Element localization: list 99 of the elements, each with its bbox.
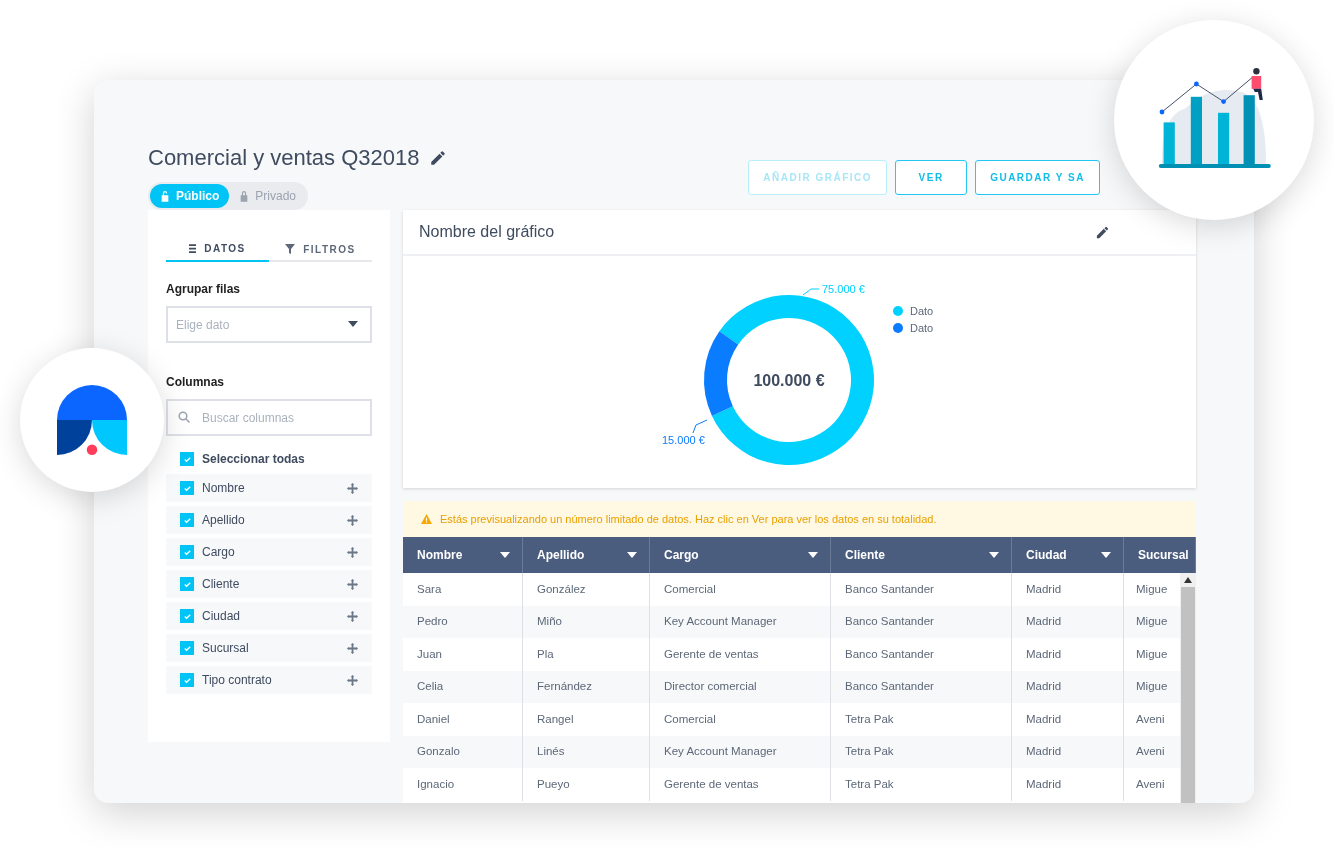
list-icon	[189, 243, 197, 253]
drag-handle-icon[interactable]	[347, 546, 358, 558]
caret-icon[interactable]	[500, 552, 510, 558]
column-item[interactable]: Cargo	[166, 538, 372, 566]
table-cell: Madrid	[1012, 638, 1124, 671]
logo-drawing	[57, 385, 127, 455]
column-name: Cargo	[202, 544, 236, 561]
table-cell: Gerente de ventas	[650, 638, 831, 671]
checkbox[interactable]	[180, 452, 194, 466]
select-all-label: Seleccionar todas	[202, 451, 305, 468]
table-cell: Banco Santander	[831, 573, 1012, 606]
field-label: Columnas	[166, 374, 225, 391]
table-cell-text: Migue	[1135, 646, 1169, 662]
checkbox[interactable]	[180, 577, 194, 591]
table-cell: Comercial	[650, 573, 831, 606]
filter-icon	[285, 244, 296, 254]
column-item[interactable]: Nombre	[166, 474, 372, 502]
search-icon	[178, 411, 190, 423]
column-name: Nombre	[202, 480, 246, 497]
drag-handle-icon[interactable]	[347, 514, 358, 526]
column-item[interactable]: Apellido	[166, 506, 372, 534]
column-name: Ciudad	[202, 608, 242, 625]
table-cell: Madrid	[1012, 768, 1124, 801]
caret-icon[interactable]	[1101, 552, 1111, 558]
column-item[interactable]: Tipo contrato	[166, 666, 372, 694]
value-label: 15.000 €	[662, 434, 705, 446]
check-icon	[182, 579, 192, 589]
table-cell-text: Migue	[1135, 614, 1169, 630]
scrollbar-thumb[interactable]	[1181, 587, 1195, 803]
checkbox[interactable]	[180, 545, 194, 559]
scroll-up-icon[interactable]	[1184, 577, 1192, 583]
check-icon	[182, 675, 192, 685]
table-cell: Juan	[403, 638, 523, 671]
table-cell-text: Aveni	[1135, 711, 1166, 727]
column-item[interactable]: Ciudad	[166, 602, 372, 630]
caret-icon[interactable]	[348, 321, 358, 327]
table-cell: Ignacio	[403, 768, 523, 801]
table-cell: González	[523, 573, 650, 606]
table-cell-text: Aveni	[1135, 744, 1166, 760]
notice-text: Estás previsualizando un número limitado de datos. Haz clic en Ver para ver los datos en su totalidad.	[440, 511, 937, 527]
warning-icon	[421, 514, 432, 524]
table-cell: Sara	[403, 573, 523, 606]
drag-handle-icon[interactable]	[347, 610, 358, 622]
table-cell: Madrid	[1012, 703, 1124, 736]
table-cell-text: Migue	[1135, 679, 1169, 695]
table-cell: Pla	[523, 638, 650, 671]
group-rows-dropdown[interactable]: Elige dato	[166, 306, 372, 343]
donut-total: 100.000 €	[753, 372, 825, 389]
lock-icon	[160, 190, 170, 202]
table-cell: Pueyo	[523, 768, 650, 801]
drag-handle-icon[interactable]	[347, 674, 358, 686]
table-cell: Tetra Pak	[831, 703, 1012, 736]
check-icon	[182, 611, 192, 621]
check-icon	[182, 547, 192, 557]
leader-line	[692, 419, 708, 434]
caret-icon[interactable]	[627, 552, 637, 558]
table-cell: Madrid	[1012, 573, 1124, 606]
drag-handle-icon[interactable]	[347, 482, 358, 494]
checkbox[interactable]	[180, 641, 194, 655]
table-cell: Comercial	[650, 703, 831, 736]
check-icon	[182, 483, 192, 493]
table-cell-text: Migue	[1135, 581, 1169, 597]
column-name: Sucursal	[202, 640, 250, 657]
checkbox[interactable]	[180, 481, 194, 495]
drag-handle-icon[interactable]	[347, 578, 358, 590]
check-icon	[182, 515, 192, 525]
lock-icon	[239, 190, 250, 202]
column-item[interactable]: Sucursal	[166, 634, 372, 662]
scrollbar[interactable]	[1180, 573, 1196, 803]
value-label: 75.000 €	[822, 283, 865, 295]
column-name: Apellido	[202, 512, 246, 529]
table-cell: Gerente de ventas	[650, 768, 831, 801]
table-cell-text: Aveni	[1135, 776, 1166, 792]
leader-line	[802, 288, 820, 296]
table-cell: Tetra Pak	[831, 768, 1012, 801]
sidebar-tab[interactable]: FILTROS	[269, 236, 372, 262]
table-cell: Banco Santander	[831, 638, 1012, 671]
column-item[interactable]: Cliente	[166, 570, 372, 598]
column-name: Cliente	[202, 576, 241, 593]
checkbox[interactable]	[180, 673, 194, 687]
search-field[interactable]: Buscar columnas	[166, 399, 372, 436]
edit-icon[interactable]	[1095, 224, 1110, 240]
checkbox[interactable]	[180, 609, 194, 623]
check-icon	[182, 454, 192, 464]
table-cell: Daniel	[403, 703, 523, 736]
sidebar-tab[interactable]: DATOS	[166, 236, 269, 262]
legend-label: Dato	[910, 305, 934, 317]
report-title: Comercial y ventas Q32018	[148, 144, 420, 172]
checkbox[interactable]	[180, 513, 194, 527]
table-cell: Rangel	[523, 703, 650, 736]
caret-icon[interactable]	[989, 552, 999, 558]
column-name: Tipo contrato	[202, 672, 273, 689]
field-label: Agrupar filas	[166, 281, 241, 298]
caret-icon[interactable]	[808, 552, 818, 558]
drag-handle-icon[interactable]	[347, 642, 358, 654]
edit-icon[interactable]	[429, 148, 448, 167]
check-icon	[182, 643, 192, 653]
chart-title: Nombre del gráfico	[419, 222, 555, 242]
legend-label: Dato	[910, 322, 934, 334]
